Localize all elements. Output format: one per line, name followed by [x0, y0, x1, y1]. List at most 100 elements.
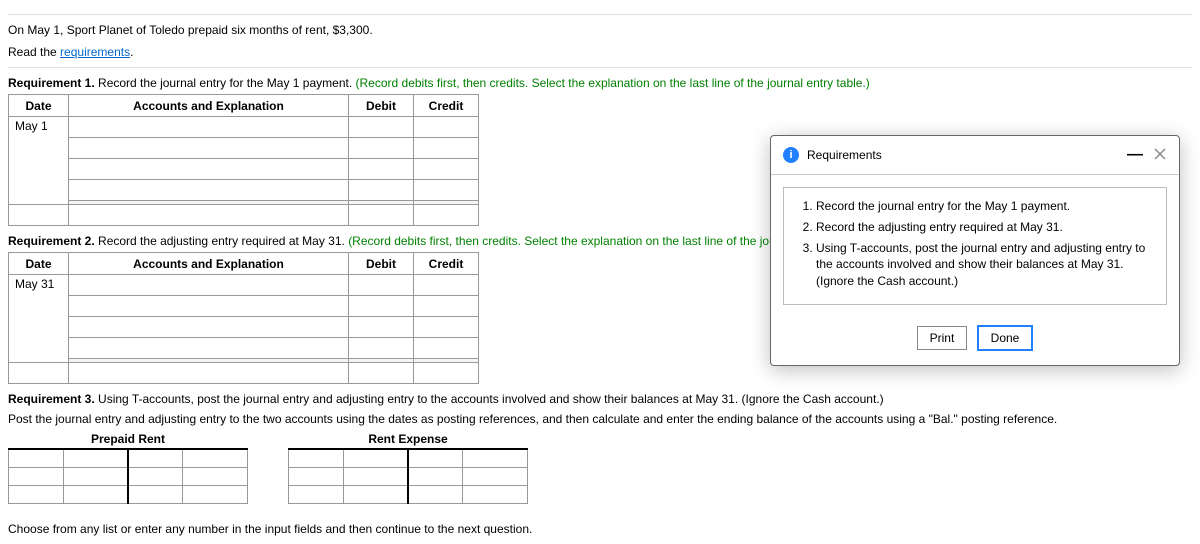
tacct-input[interactable]: [129, 486, 182, 502]
acct-input[interactable]: [73, 365, 344, 381]
requirement-3-line: Requirement 3. Using T-accounts, post th…: [8, 392, 1192, 406]
print-button[interactable]: Print: [917, 326, 968, 350]
req2-label: Requirement 2.: [8, 234, 95, 248]
read-requirements-line: Read the requirements.: [8, 43, 1192, 61]
req3-subtext: Post the journal entry and adjusting ent…: [8, 410, 1192, 428]
tacct-input[interactable]: [289, 486, 343, 502]
acct-input[interactable]: [73, 140, 344, 156]
req1-text: Record the journal entry for the May 1 p…: [95, 76, 356, 90]
tacct-input[interactable]: [409, 468, 462, 484]
credit-input[interactable]: [418, 277, 474, 293]
popup-header: i Requirements —: [771, 136, 1179, 175]
acct-input[interactable]: [73, 119, 344, 135]
tacct-input[interactable]: [9, 468, 63, 484]
credit-input[interactable]: [418, 182, 474, 198]
debit-input[interactable]: [353, 140, 409, 156]
requirement-1-line: Requirement 1. Record the journal entry …: [8, 76, 1192, 90]
debit-input[interactable]: [353, 277, 409, 293]
req3-text: Using T-accounts, post the journal entry…: [95, 392, 884, 406]
footer-note: Choose from any list or enter any number…: [8, 522, 1192, 536]
credit-input[interactable]: [418, 140, 474, 156]
tacct-input[interactable]: [183, 450, 247, 466]
debit-input[interactable]: [353, 298, 409, 314]
tacct-input[interactable]: [463, 468, 527, 484]
acct-input[interactable]: [73, 207, 344, 223]
read-suffix: .: [130, 45, 133, 59]
tacct-input[interactable]: [463, 486, 527, 502]
credit-input[interactable]: [418, 161, 474, 177]
req1-instruction: (Record debits first, then credits. Sele…: [356, 76, 870, 90]
tacct-input[interactable]: [344, 486, 407, 502]
date-cell-2: May 31: [9, 275, 69, 363]
header-date: Date: [9, 253, 69, 275]
date-cell-1: May 1: [9, 117, 69, 205]
requirements-popup: i Requirements — Record the journal entr…: [770, 135, 1180, 366]
tacct-input[interactable]: [344, 450, 407, 466]
tacct-input[interactable]: [9, 450, 63, 466]
t-account-title: Prepaid Rent: [8, 432, 248, 446]
acct-input[interactable]: [73, 319, 344, 335]
header-debit: Debit: [349, 95, 414, 117]
tacct-input[interactable]: [64, 468, 127, 484]
intro-text: On May 1, Sport Planet of Toledo prepaid…: [8, 21, 1192, 39]
popup-footer: Print Done: [771, 317, 1179, 365]
done-button[interactable]: Done: [977, 325, 1034, 351]
acct-input[interactable]: [73, 161, 344, 177]
debit-input[interactable]: [353, 119, 409, 135]
debit-input[interactable]: [353, 207, 409, 223]
tacct-input[interactable]: [129, 468, 182, 484]
popup-req-item: Record the adjusting entry required at M…: [816, 219, 1152, 236]
tacct-input[interactable]: [463, 450, 527, 466]
tacct-input[interactable]: [409, 450, 462, 466]
t-account-prepaid-rent: Prepaid Rent: [8, 432, 248, 504]
header-date: Date: [9, 95, 69, 117]
credit-input[interactable]: [418, 365, 474, 381]
t-accounts-row: Prepaid Rent Rent Expense: [8, 432, 1192, 504]
acct-input[interactable]: [73, 298, 344, 314]
header-accounts: Accounts and Explanation: [69, 95, 349, 117]
header-debit: Debit: [349, 253, 414, 275]
tacct-input[interactable]: [183, 486, 247, 502]
debit-input[interactable]: [353, 319, 409, 335]
close-icon[interactable]: [1153, 147, 1167, 164]
debit-input[interactable]: [353, 340, 409, 356]
header-credit: Credit: [414, 253, 479, 275]
popup-req-item: Using T-accounts, post the journal entry…: [816, 240, 1152, 290]
requirements-link[interactable]: requirements: [60, 45, 130, 59]
tacct-input[interactable]: [409, 486, 462, 502]
header-credit: Credit: [414, 95, 479, 117]
popup-req-item: Record the journal entry for the May 1 p…: [816, 198, 1152, 215]
tacct-input[interactable]: [64, 450, 127, 466]
tacct-input[interactable]: [129, 450, 182, 466]
info-icon: i: [783, 147, 799, 163]
read-prefix: Read the: [8, 45, 60, 59]
acct-input[interactable]: [73, 277, 344, 293]
popup-title: Requirements: [807, 148, 1127, 162]
req1-label: Requirement 1.: [8, 76, 95, 90]
req3-label: Requirement 3.: [8, 392, 95, 406]
debit-input[interactable]: [353, 365, 409, 381]
t-account-title: Rent Expense: [288, 432, 528, 446]
acct-input[interactable]: [73, 340, 344, 356]
journal-table-2: Date Accounts and Explanation Debit Cred…: [8, 252, 479, 384]
debit-input[interactable]: [353, 161, 409, 177]
tacct-input[interactable]: [64, 486, 127, 502]
tacct-input[interactable]: [289, 468, 343, 484]
t-account-rent-expense: Rent Expense: [288, 432, 528, 504]
credit-input[interactable]: [418, 298, 474, 314]
journal-table-1: Date Accounts and Explanation Debit Cred…: [8, 94, 479, 226]
req2-text: Record the adjusting entry required at M…: [95, 234, 348, 248]
minimize-icon[interactable]: —: [1127, 146, 1143, 164]
credit-input[interactable]: [418, 340, 474, 356]
popup-body: Record the journal entry for the May 1 p…: [783, 187, 1167, 305]
tacct-input[interactable]: [183, 468, 247, 484]
header-accounts: Accounts and Explanation: [69, 253, 349, 275]
acct-input[interactable]: [73, 182, 344, 198]
credit-input[interactable]: [418, 207, 474, 223]
debit-input[interactable]: [353, 182, 409, 198]
tacct-input[interactable]: [289, 450, 343, 466]
credit-input[interactable]: [418, 319, 474, 335]
tacct-input[interactable]: [9, 486, 63, 502]
tacct-input[interactable]: [344, 468, 407, 484]
credit-input[interactable]: [418, 119, 474, 135]
